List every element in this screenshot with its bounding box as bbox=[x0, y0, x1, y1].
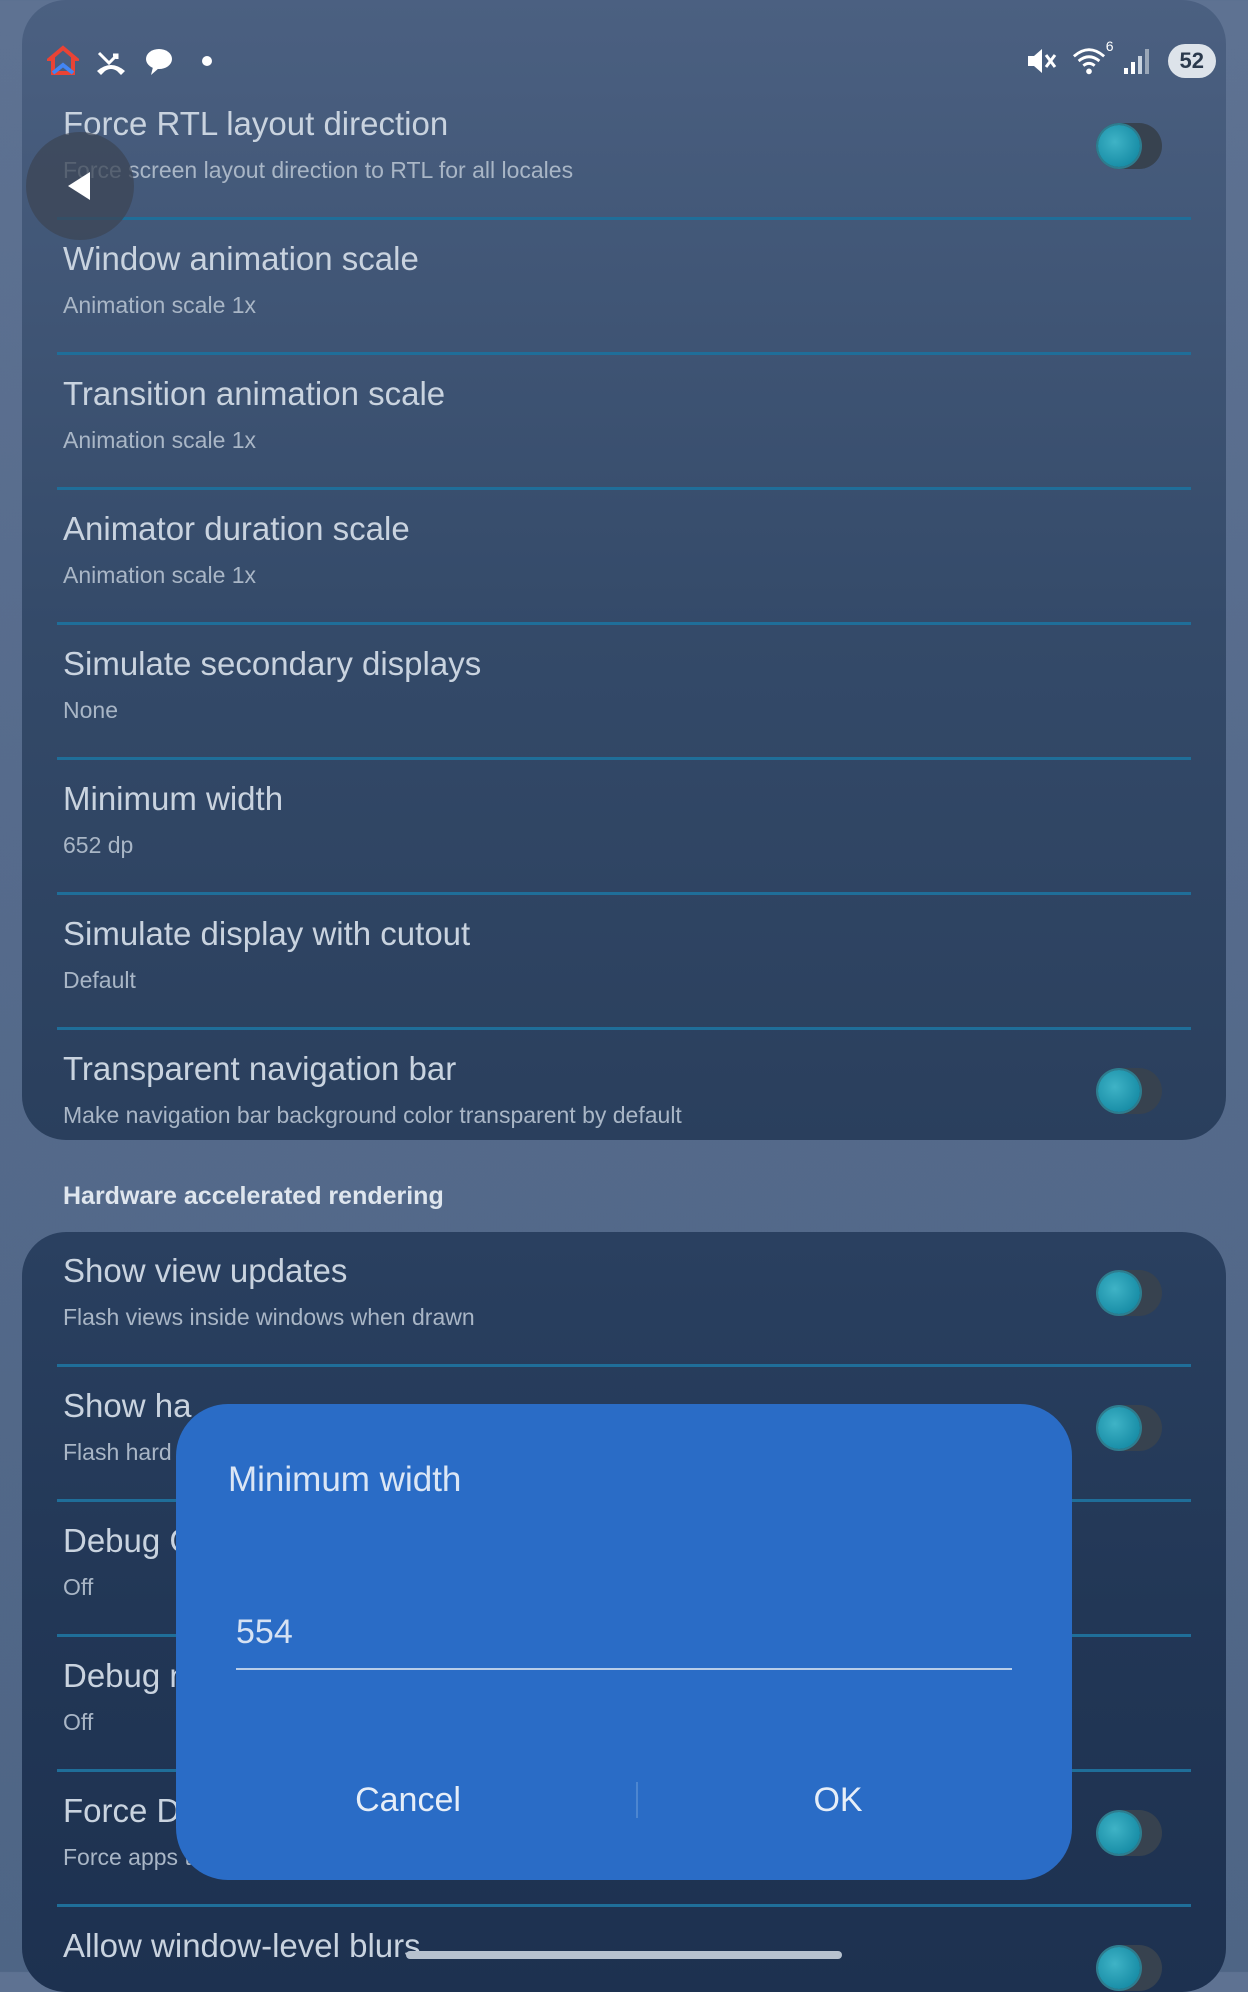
setting-transition-animation-scale[interactable]: Transition animation scale Animation sca… bbox=[22, 355, 1226, 490]
setting-title: Simulate secondary displays bbox=[63, 645, 482, 682]
ok-button[interactable]: OK bbox=[648, 1760, 1028, 1840]
minimum-width-dialog: Minimum width Cancel OK bbox=[176, 1404, 1072, 1880]
wifi-label: 6 bbox=[1105, 38, 1114, 54]
setting-animator-duration-scale[interactable]: Animator duration scale Animation scale … bbox=[22, 490, 1226, 625]
setting-title: Simulate display with cutout bbox=[63, 915, 471, 952]
status-bar-left bbox=[46, 44, 224, 78]
setting-subtitle: Flash views inside windows when drawn bbox=[63, 1304, 475, 1330]
setting-title: Minimum width bbox=[63, 780, 284, 817]
transparent-nav-toggle[interactable] bbox=[1096, 1068, 1162, 1114]
force-dark-toggle[interactable] bbox=[1096, 1810, 1162, 1856]
home-gesture-bar[interactable] bbox=[406, 1951, 842, 1959]
setting-show-view-updates[interactable]: Show view updates Flash views inside win… bbox=[22, 1232, 1226, 1367]
back-arrow-icon bbox=[68, 172, 90, 200]
setting-title: Debug n bbox=[63, 1657, 188, 1694]
back-button[interactable] bbox=[26, 132, 134, 240]
minimum-width-input[interactable] bbox=[236, 1602, 1012, 1662]
setting-allow-window-blurs[interactable]: Allow window-level blurs bbox=[22, 1907, 1226, 1992]
setting-subtitle: None bbox=[63, 697, 118, 723]
section-header-hardware-rendering: Hardware accelerated rendering bbox=[63, 1182, 444, 1210]
signal-icon bbox=[1120, 44, 1154, 78]
status-bar-right: 6 52 bbox=[1024, 38, 1216, 78]
toggle-knob bbox=[1098, 1812, 1140, 1854]
setting-title: Allow window-level blurs bbox=[63, 1927, 421, 1964]
chat-bubble-icon bbox=[142, 44, 176, 78]
setting-subtitle: Off bbox=[63, 1709, 94, 1735]
setting-subtitle: Animation scale 1x bbox=[63, 427, 257, 453]
toggle-knob bbox=[1098, 1947, 1140, 1989]
setting-title: Animator duration scale bbox=[63, 510, 410, 547]
window-blurs-toggle[interactable] bbox=[1096, 1945, 1162, 1991]
setting-title: Show view updates bbox=[63, 1252, 348, 1289]
setting-subtitle: Force apps t bbox=[63, 1844, 191, 1870]
force-rtl-toggle[interactable] bbox=[1096, 123, 1162, 169]
setting-simulate-display-cutout[interactable]: Simulate display with cutout Default bbox=[22, 895, 1226, 1030]
toggle-knob bbox=[1098, 125, 1140, 167]
setting-transparent-navigation-bar[interactable]: Transparent navigation bar Make navigati… bbox=[22, 1030, 1226, 1140]
setting-subtitle: Animation scale 1x bbox=[63, 562, 257, 588]
notification-dot-icon bbox=[190, 44, 224, 78]
setting-title: Transparent navigation bar bbox=[63, 1050, 457, 1087]
button-separator bbox=[636, 1782, 638, 1818]
mute-icon bbox=[1024, 44, 1058, 78]
cancel-button[interactable]: Cancel bbox=[218, 1760, 598, 1840]
setting-title: Transition animation scale bbox=[63, 375, 446, 412]
setting-minimum-width[interactable]: Minimum width 652 dp bbox=[22, 760, 1226, 895]
setting-subtitle: Force screen layout direction to RTL for… bbox=[63, 157, 574, 183]
dialog-input-container bbox=[236, 1602, 1012, 1670]
battery-indicator: 52 bbox=[1167, 44, 1216, 78]
setting-window-animation-scale[interactable]: Window animation scale Animation scale 1… bbox=[22, 220, 1226, 355]
dialog-title: Minimum width bbox=[228, 1460, 462, 1499]
setting-subtitle: Off bbox=[63, 1574, 94, 1600]
toggle-knob bbox=[1098, 1272, 1140, 1314]
show-hardware-toggle[interactable] bbox=[1096, 1405, 1162, 1451]
display-settings-card: Force RTL layout direction Force screen … bbox=[22, 0, 1226, 1140]
wifi-icon: 6 bbox=[1072, 38, 1114, 78]
show-view-updates-toggle[interactable] bbox=[1096, 1270, 1162, 1316]
google-home-icon bbox=[46, 44, 80, 78]
setting-subtitle: Animation scale 1x bbox=[63, 292, 257, 318]
toggle-knob bbox=[1098, 1070, 1140, 1112]
input-underline bbox=[236, 1668, 1012, 1670]
setting-subtitle: Default bbox=[63, 967, 136, 993]
setting-subtitle: Flash hard bbox=[63, 1439, 172, 1465]
toggle-knob bbox=[1098, 1407, 1140, 1449]
setting-simulate-secondary-displays[interactable]: Simulate secondary displays None bbox=[22, 625, 1226, 760]
missed-call-icon bbox=[94, 44, 128, 78]
setting-title: Show ha bbox=[63, 1387, 192, 1424]
setting-title: Force D bbox=[63, 1792, 181, 1829]
setting-title: Window animation scale bbox=[63, 240, 419, 277]
setting-subtitle: 652 dp bbox=[63, 832, 134, 858]
status-bar: 6 52 bbox=[0, 0, 1248, 120]
setting-subtitle: Make navigation bar background color tra… bbox=[63, 1102, 682, 1128]
